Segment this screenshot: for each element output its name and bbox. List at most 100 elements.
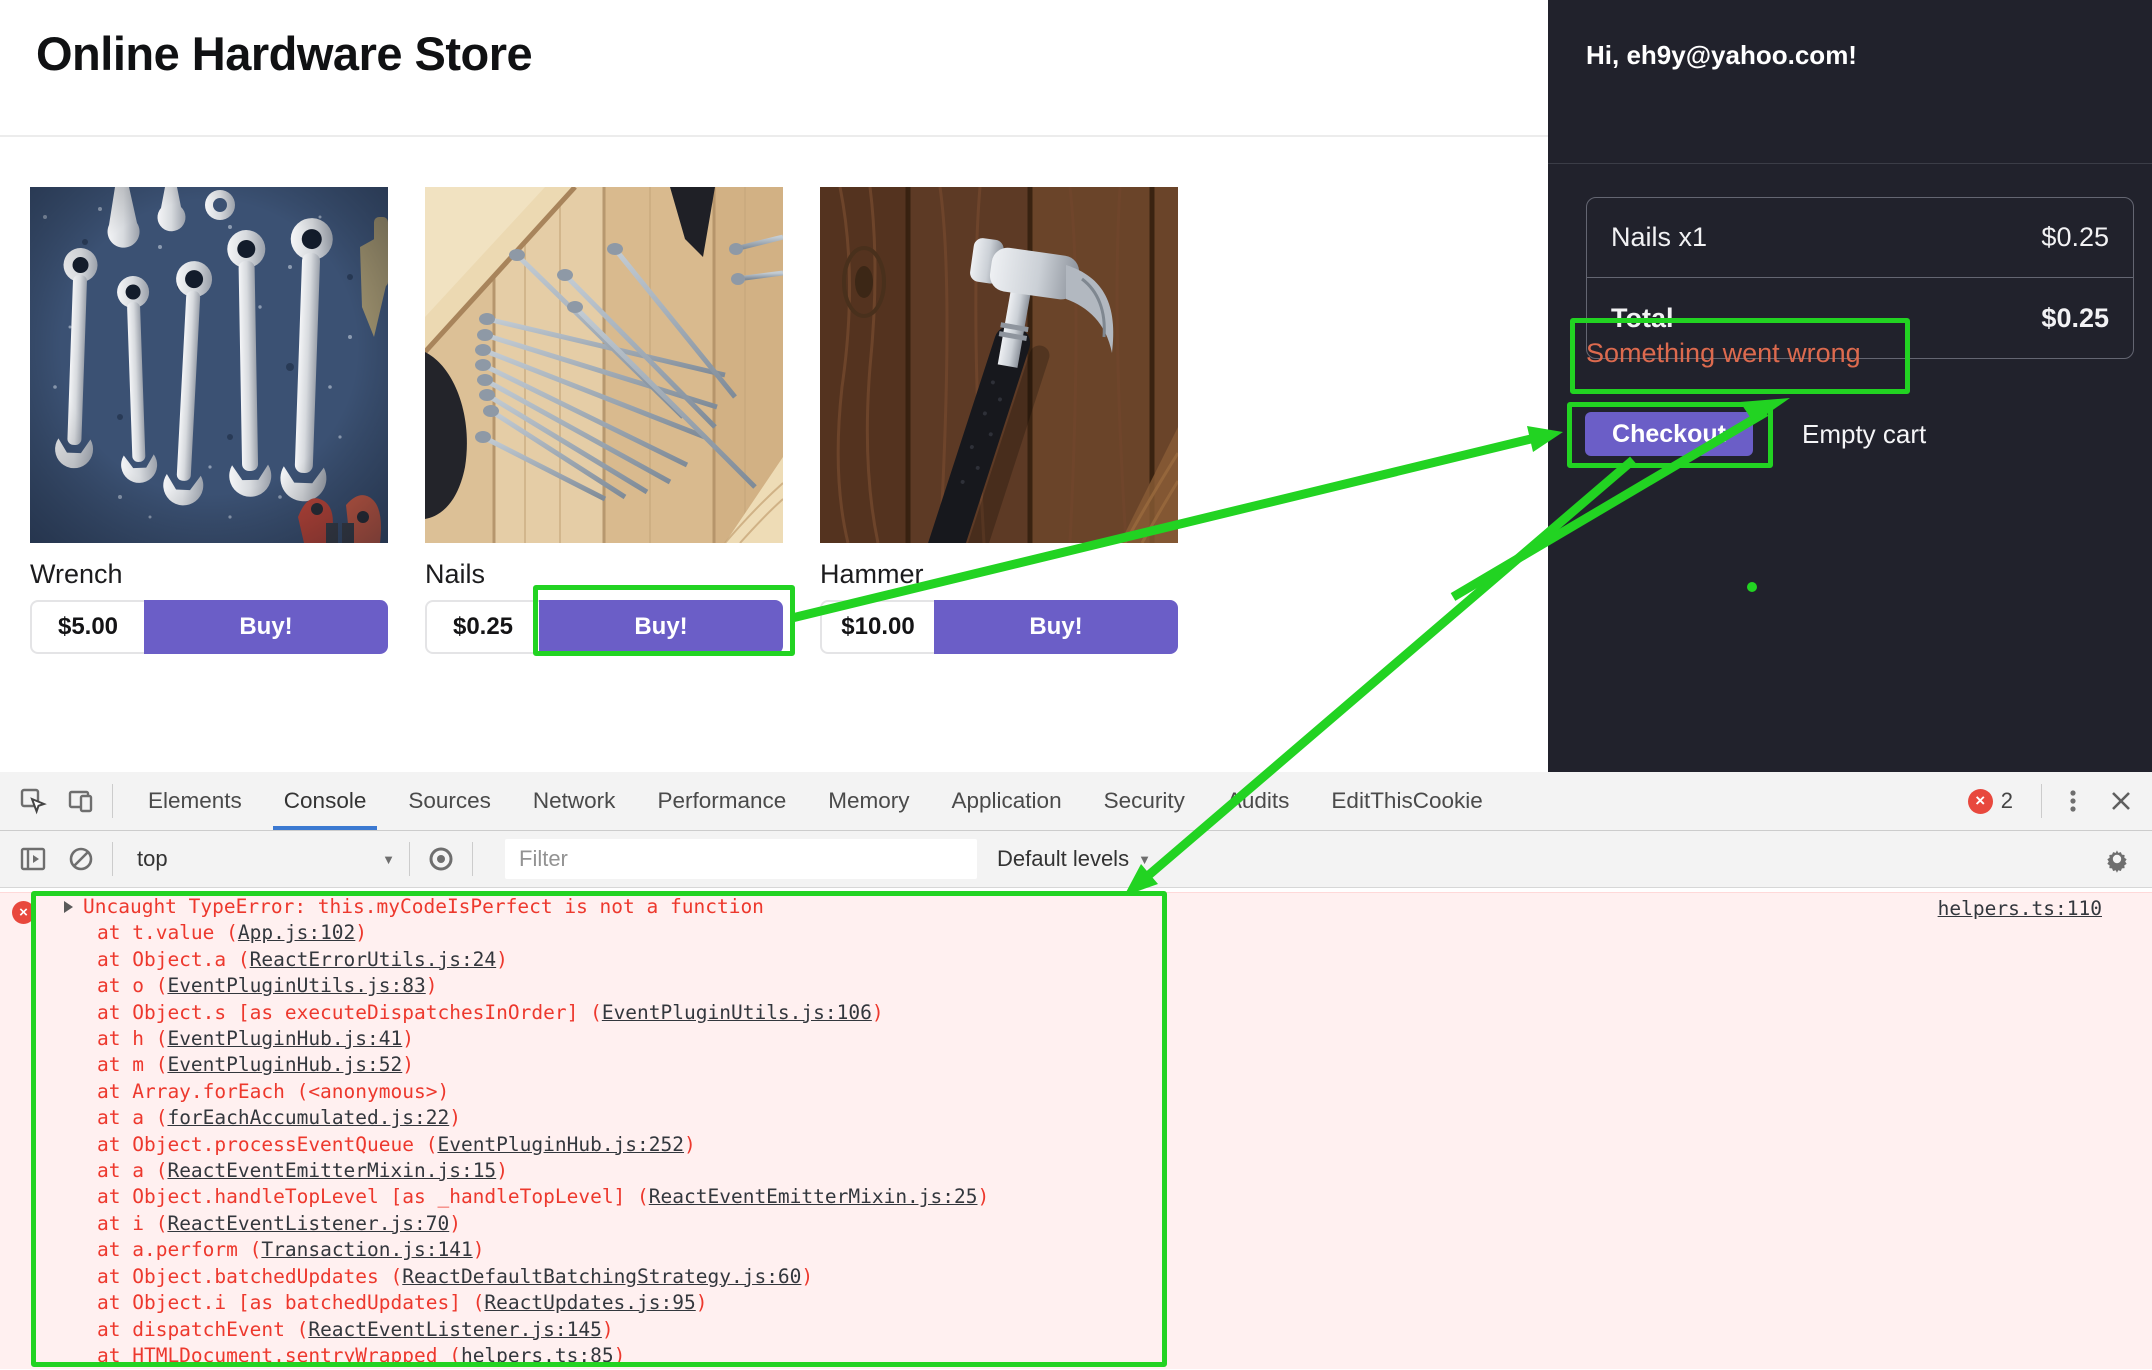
stack-frame-close: ): [355, 921, 367, 944]
stack-frame-text: at t.value (: [97, 921, 238, 944]
cart-total-value: $0.25: [2041, 303, 2109, 334]
stack-frame-text: at h (: [97, 1027, 167, 1050]
stack-frame: at HTMLDocument.sentryWrapped (helpers.t…: [97, 1343, 989, 1369]
product-price: $0.25: [425, 600, 539, 654]
stack-frame-text: at dispatchEvent (: [97, 1318, 308, 1341]
disclosure-triangle-icon[interactable]: [64, 901, 73, 913]
error-message: Uncaught TypeError: this.myCodeIsPerfect…: [83, 894, 764, 920]
console-sidebar-toggle-icon[interactable]: [16, 842, 50, 876]
chevron-down-icon: ▼: [382, 852, 395, 867]
settings-gear-icon[interactable]: [2100, 842, 2134, 876]
stack-frame: at a (forEachAccumulated.js:22): [97, 1105, 989, 1131]
stack-frame-text: at Object.batchedUpdates (: [97, 1265, 402, 1288]
stack-frame: at t.value (App.js:102): [97, 920, 989, 946]
filter-input[interactable]: [505, 839, 977, 879]
source-link[interactable]: ReactUpdates.js:95: [484, 1291, 695, 1314]
inspect-element-icon[interactable]: [16, 784, 50, 818]
panel-divider: [1548, 163, 2152, 164]
tab-memory[interactable]: Memory: [807, 772, 930, 830]
tab-network[interactable]: Network: [512, 772, 637, 830]
divider: [472, 842, 473, 876]
stack-frame: at Object.s [as executeDispatchesInOrder…: [97, 1000, 989, 1026]
source-link[interactable]: EventPluginHub.js:52: [167, 1053, 402, 1076]
stack-frame-text: at Object.s [as executeDispatchesInOrder…: [97, 1001, 602, 1024]
stack-frame-text: at a (: [97, 1159, 167, 1182]
stack-frame-close: ): [801, 1265, 813, 1288]
console-toolbar: top ▼ Default levels ▼: [0, 831, 2152, 888]
stack-frame-text: at Array.forEach (<anonymous>): [97, 1080, 449, 1103]
cart-item-label: Nails x1: [1611, 222, 1707, 253]
tab-elements[interactable]: Elements: [127, 772, 263, 830]
source-link[interactable]: ReactEventListener.js:145: [308, 1318, 602, 1341]
log-levels-value: Default levels: [997, 846, 1129, 872]
source-link[interactable]: ReactEventEmitterMixin.js:15: [167, 1159, 496, 1182]
source-link[interactable]: helpers.ts:110: [1938, 897, 2102, 920]
tab-performance[interactable]: Performance: [636, 772, 807, 830]
tab-security[interactable]: Security: [1083, 772, 1206, 830]
divider: [112, 842, 113, 876]
buy-button-nails[interactable]: Buy!: [539, 600, 783, 654]
console-output: × helpers.ts:110 Uncaught TypeError: thi…: [0, 888, 2152, 1369]
browser-page: Online Hardware Store: [0, 0, 2152, 1370]
stack-frame-text: at HTMLDocument.sentryWrapped (: [97, 1344, 461, 1367]
wrench-product-image: [30, 187, 388, 543]
stack-frame: at a (ReactEventEmitterMixin.js:15): [97, 1158, 989, 1184]
error-message-line[interactable]: Uncaught TypeError: this.myCodeIsPerfect…: [64, 894, 989, 920]
tab-console[interactable]: Console: [263, 772, 388, 830]
product-price-row: $0.25 Buy!: [425, 600, 783, 654]
nails-product-image: [425, 187, 783, 543]
product-name: Wrench: [30, 559, 388, 591]
context-selector[interactable]: top ▼: [127, 846, 395, 872]
tab-application[interactable]: Application: [931, 772, 1083, 830]
cart-table: Nails x1 $0.25 Total $0.25: [1586, 197, 2134, 359]
stack-frame-text: at o (: [97, 974, 167, 997]
source-link[interactable]: helpers.ts:85: [461, 1344, 614, 1367]
stack-frame-text: at Object.i [as batchedUpdates] (: [97, 1291, 484, 1314]
stack-frame-close: ): [449, 1212, 461, 1235]
tab-editthiscookie[interactable]: EditThisCookie: [1310, 772, 1503, 830]
stack-frame: at h (EventPluginHub.js:41): [97, 1026, 989, 1052]
tab-sources[interactable]: Sources: [387, 772, 512, 830]
buy-button-wrench[interactable]: Buy!: [144, 600, 388, 654]
user-greeting: Hi, eh9y@yahoo.com!: [1586, 40, 1857, 71]
stack-frame: at Array.forEach (<anonymous>): [97, 1079, 989, 1105]
product-card-hammer: Hammer $10.00 Buy!: [820, 187, 1178, 654]
stack-frame-close: ): [449, 1106, 461, 1129]
close-icon[interactable]: [2104, 784, 2138, 818]
stack-frame-close: ): [872, 1001, 884, 1024]
error-badge-icon[interactable]: ×: [1968, 789, 1993, 814]
cart-total-label: Total: [1611, 303, 1674, 334]
tabbar-right-controls: × 2: [1968, 784, 2152, 818]
source-link[interactable]: ReactEventEmitterMixin.js:25: [649, 1185, 978, 1208]
empty-cart-link[interactable]: Empty cart: [1802, 412, 1926, 456]
buy-button-hammer[interactable]: Buy!: [934, 600, 1178, 654]
stack-frame: at m (EventPluginHub.js:52): [97, 1052, 989, 1078]
live-expression-eye-icon[interactable]: [424, 842, 458, 876]
source-link[interactable]: Transaction.js:141: [261, 1238, 472, 1261]
source-link[interactable]: EventPluginUtils.js:106: [602, 1001, 872, 1024]
kebab-menu-icon[interactable]: [2056, 784, 2090, 818]
clear-console-icon[interactable]: [64, 842, 98, 876]
device-toolbar-icon[interactable]: [64, 784, 98, 818]
stack-frame-text: at m (: [97, 1053, 167, 1076]
stack-frame-text: at a (: [97, 1106, 167, 1129]
source-link[interactable]: ReactDefaultBatchingStrategy.js:60: [402, 1265, 801, 1288]
source-link[interactable]: ReactEventListener.js:70: [167, 1212, 449, 1235]
source-link[interactable]: forEachAccumulated.js:22: [167, 1106, 449, 1129]
tab-audits[interactable]: Audits: [1206, 772, 1311, 830]
source-link[interactable]: App.js:102: [238, 921, 355, 944]
checkout-error-message: Something went wrong: [1586, 338, 1861, 369]
source-link[interactable]: ReactErrorUtils.js:24: [250, 948, 497, 971]
stack-frame: at Object.processEventQueue (EventPlugin…: [97, 1132, 989, 1158]
checkout-button[interactable]: Checkout: [1585, 412, 1753, 456]
stack-frame: at o (EventPluginUtils.js:83): [97, 973, 989, 999]
source-link[interactable]: EventPluginHub.js:41: [167, 1027, 402, 1050]
divider: [112, 784, 113, 818]
source-link[interactable]: EventPluginUtils.js:83: [167, 974, 425, 997]
error-icon: ×: [12, 901, 35, 924]
chevron-down-icon: ▼: [1138, 852, 1151, 867]
source-link[interactable]: EventPluginHub.js:252: [437, 1133, 684, 1156]
stack-frame: at Object.handleTopLevel [as _handleTopL…: [97, 1184, 989, 1210]
log-levels-dropdown[interactable]: Default levels ▼: [997, 846, 1151, 872]
stack-frame: at Object.batchedUpdates (ReactDefaultBa…: [97, 1264, 989, 1290]
